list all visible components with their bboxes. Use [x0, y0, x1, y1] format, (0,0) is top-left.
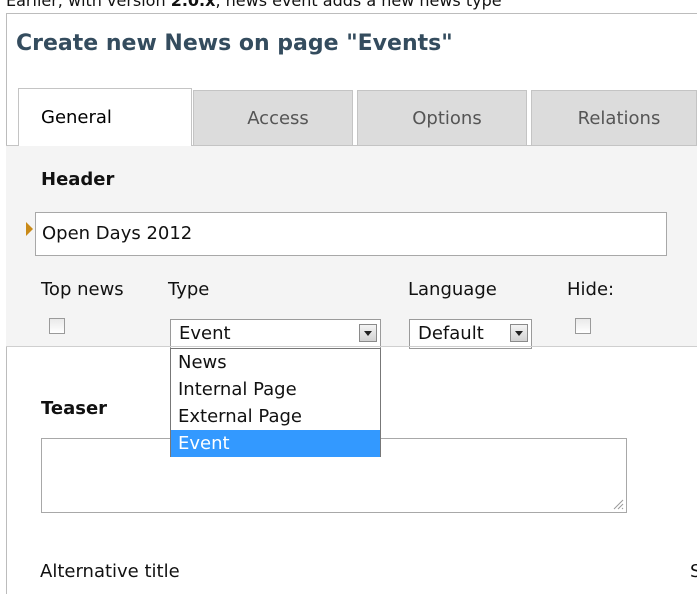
language-select-value: Default	[418, 323, 484, 344]
section-divider	[6, 346, 697, 347]
type-label: Type	[168, 279, 210, 300]
tab-options[interactable]: Options	[357, 90, 527, 145]
header-input[interactable]: Open Days 2012	[35, 212, 667, 256]
type-dropdown-list: News Internal Page External Page Event	[170, 348, 381, 457]
dropdown-option-event[interactable]: Event	[171, 430, 380, 457]
hide-label: Hide:	[567, 279, 615, 300]
chevron-down-icon[interactable]	[359, 324, 377, 342]
intro-text: Earlier, with version 2.0.x, news event …	[6, 0, 502, 10]
tab-relations[interactable]: Relations	[531, 90, 697, 145]
chevron-down-icon[interactable]	[510, 324, 528, 342]
resize-grip-icon[interactable]	[612, 498, 624, 510]
dropdown-option-news[interactable]: News	[171, 349, 380, 376]
dropdown-option-internal-page[interactable]: Internal Page	[171, 376, 380, 403]
form-title: Create new News on page "Events"	[16, 31, 453, 56]
top-news-checkbox[interactable]	[49, 318, 65, 334]
header-label: Header	[41, 169, 115, 190]
language-select[interactable]: Default	[409, 319, 532, 349]
type-select-value: Event	[179, 323, 231, 344]
tab-access[interactable]: Access	[193, 90, 353, 145]
teaser-label: Teaser	[41, 398, 108, 419]
top-news-label: Top news	[41, 279, 124, 300]
language-label: Language	[408, 279, 497, 300]
tab-general[interactable]: General	[18, 88, 192, 146]
dropdown-option-external-page[interactable]: External Page	[171, 403, 380, 430]
required-marker-icon	[26, 222, 33, 236]
hide-checkbox[interactable]	[575, 318, 591, 334]
type-select[interactable]: Event	[170, 319, 381, 349]
